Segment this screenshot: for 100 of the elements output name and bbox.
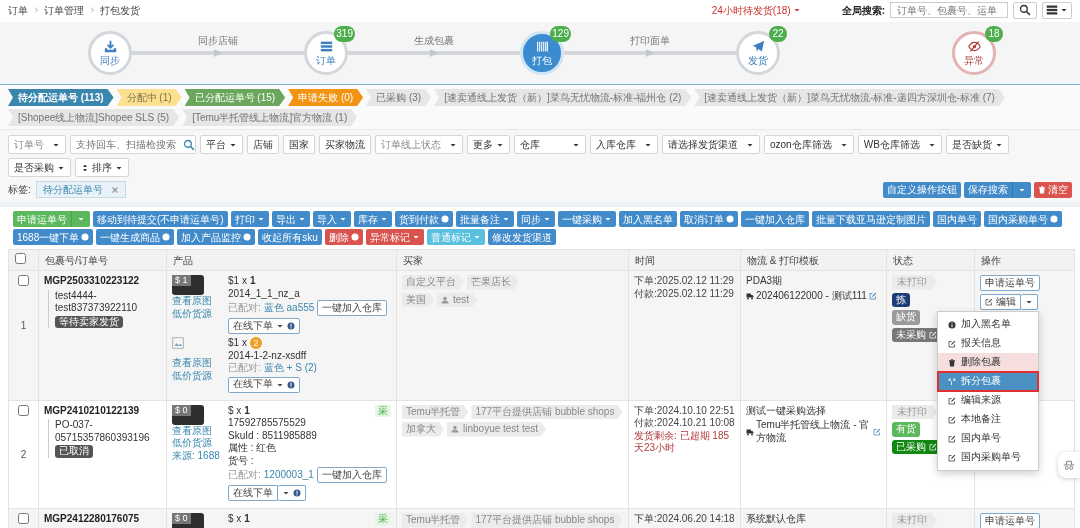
select-field[interactable]: WB仓库筛选 — [857, 135, 942, 154]
status-tab[interactable]: [Temu半托管线上物流]官方物流 (1) — [182, 109, 358, 126]
product-link[interactable]: 查看原图 — [172, 357, 224, 370]
toolbar-button[interactable]: 同步 — [516, 211, 555, 227]
matched-sku-link[interactable]: 1200003_1 — [263, 468, 314, 482]
filter-button[interactable]: 国家 — [283, 135, 315, 154]
select-field[interactable]: 订单线上状态 — [375, 135, 463, 154]
product-link[interactable]: 来源: 1688 — [172, 449, 224, 462]
menu-item[interactable]: 加入黑名单 — [938, 315, 1038, 334]
toolbar-button[interactable]: 修改发货渠道 — [487, 229, 556, 245]
status-tab[interactable]: 已分配运单号 (15) — [184, 89, 286, 106]
toolbar-button[interactable]: 取消订单 — [679, 211, 738, 227]
search-button[interactable] — [1013, 1, 1037, 19]
order-online-button[interactable]: 在线下单 — [228, 376, 300, 393]
product-info: 属性 : 红色 — [228, 442, 278, 455]
toolbar-button[interactable]: 收起所有sku — [258, 229, 322, 245]
row-checkbox[interactable] — [18, 404, 29, 416]
status-tab[interactable]: 待分配运单号 (113) — [8, 89, 114, 106]
status-tab[interactable]: 分配中 (1) — [116, 89, 182, 106]
menu-button[interactable] — [1042, 1, 1072, 19]
toolbar-button[interactable]: 国内采购单号 — [983, 211, 1062, 227]
select-all-checkbox[interactable] — [15, 253, 26, 264]
caret-button[interactable] — [278, 485, 306, 501]
status-tab[interactable]: 已采购 (3) — [366, 89, 432, 106]
toolbar-button[interactable]: 1688一键下单 — [13, 229, 94, 245]
split-icon — [948, 377, 956, 386]
status-tab[interactable]: 申请失败 (0) — [288, 89, 364, 106]
toolbar-button[interactable]: 国内单号 — [932, 211, 981, 227]
select-field[interactable]: 订单号 — [8, 135, 66, 154]
caret-icon — [1060, 6, 1068, 14]
dropdown-button[interactable]: 是否采购 — [8, 158, 71, 177]
outline-button[interactable]: 一键加入仓库 — [316, 467, 387, 483]
toolbar-button[interactable]: 导出 — [271, 211, 310, 227]
order-online-button[interactable]: 在线下单 — [228, 485, 278, 501]
select-field[interactable]: 仓库 — [514, 135, 586, 154]
save-search-button[interactable]: 保存搜索 — [964, 181, 1012, 198]
price-text: $ x — [228, 404, 242, 417]
assistant-button[interactable] — [1058, 452, 1080, 478]
select-field[interactable]: ozon仓库筛选 — [764, 135, 854, 154]
global-search-field[interactable]: 订单号、包裹号、运单 — [890, 2, 1008, 18]
row-number: 2 — [19, 449, 28, 462]
edit-button[interactable]: 编辑 — [980, 294, 1021, 310]
breadcrumb-link[interactable]: 订单管理 — [44, 3, 84, 17]
product-link[interactable]: 查看原图 — [172, 295, 224, 308]
list-icon — [319, 39, 333, 53]
row-checkbox[interactable] — [18, 513, 29, 524]
toolbar-button[interactable]: 加入黑名单 — [618, 211, 677, 227]
row-checkbox[interactable] — [18, 275, 29, 286]
dropdown-button[interactable]: 平台 — [200, 135, 243, 154]
sort-button[interactable]: 排序 — [75, 158, 129, 177]
toolbar-button[interactable]: 加入产品监控 — [177, 229, 256, 245]
toolbar-button[interactable]: 移动到待提交(不申请运单号) — [93, 211, 228, 227]
menu-item[interactable]: 报关信息 — [938, 334, 1038, 353]
pending-shipment-link[interactable]: 24小时待发货(18) — [711, 3, 801, 17]
select-field[interactable]: 请选择发货渠道 — [662, 135, 760, 154]
product-link[interactable]: 低价货源 — [172, 307, 224, 320]
toolbar-button[interactable]: 货到付款 — [394, 211, 453, 227]
breadcrumb-link[interactable]: 订单 — [8, 3, 28, 17]
alert-icon — [287, 380, 295, 389]
product-link[interactable]: 低价货源 — [172, 437, 224, 450]
connector-label: 生成包裹 — [414, 34, 454, 47]
status-tab[interactable]: [速卖通线上发货（新）]菜鸟无忧物流-标准-福州仓 (2) — [434, 89, 692, 106]
workflow-step[interactable]: 同步 — [88, 31, 132, 75]
menu-item[interactable]: 编辑来源 — [938, 391, 1038, 410]
outline-button[interactable]: 一键加入仓库 — [317, 300, 388, 316]
toolbar-button[interactable]: 申请运单号 — [13, 211, 71, 227]
order-online-button[interactable]: 在线下单 — [228, 318, 300, 334]
toolbar-button[interactable]: 导入 — [312, 211, 351, 227]
menu-item[interactable]: 本地备注 — [938, 410, 1038, 429]
menu-item[interactable]: 国内采购单号 — [938, 448, 1038, 467]
product-link[interactable]: 低价货源 — [172, 369, 224, 382]
outline-button[interactable]: 申请运单号 — [980, 513, 1040, 528]
matched-sku-link[interactable]: 蓝色 aa555 — [263, 301, 315, 315]
status-tab[interactable]: [Shopee线上物流]Shopee SLS (5) — [8, 109, 180, 126]
toolbar-button[interactable]: 一键加入仓库 — [740, 211, 809, 227]
outline-button[interactable]: 申请运单号 — [980, 275, 1040, 291]
breadcrumb-link[interactable]: 打包发货 — [100, 3, 140, 17]
toolbar-button[interactable]: 普通标记 — [426, 229, 485, 245]
matched-sku-link[interactable]: 蓝色 + S (2) — [263, 362, 317, 375]
clear-button[interactable]: 清空 — [1034, 181, 1072, 198]
toolbar-button[interactable]: 异常标记 — [365, 229, 424, 245]
dropdown-button[interactable]: 是否缺货 — [945, 135, 1009, 154]
toolbar-button[interactable]: 删除 — [324, 229, 363, 245]
filter-button[interactable]: 买家物流 — [319, 135, 371, 154]
status-tab[interactable]: [速卖通线上发货（新）]菜鸟无忧物流-标准-递四方深圳仓-标准 (7) — [694, 89, 1005, 106]
toolbar-button[interactable]: 一键生成商品 — [96, 229, 175, 245]
toolbar-button[interactable]: 批量下载亚马逊定制图片 — [811, 211, 930, 227]
custom-actions-button[interactable]: 自定义操作按钮 — [883, 181, 961, 198]
toolbar-button[interactable]: 库存 — [353, 211, 392, 227]
search-field[interactable]: 支持回车、扫描枪搜索 — [70, 135, 196, 154]
dropdown-button[interactable]: 更多 — [467, 135, 510, 154]
caret-button[interactable] — [1021, 294, 1038, 310]
menu-item[interactable]: 拆分包裹 — [938, 372, 1038, 391]
toolbar-button[interactable]: 批量备注 — [455, 211, 514, 227]
toolbar-button[interactable]: 打印 — [230, 211, 269, 227]
select-field[interactable]: 入库仓库 — [590, 135, 658, 154]
toolbar-button[interactable]: 一键采购 — [557, 211, 616, 227]
menu-item[interactable]: 国内单号 — [938, 429, 1038, 448]
filter-button[interactable]: 店铺 — [247, 135, 279, 154]
product-link[interactable]: 查看原图 — [172, 424, 224, 437]
